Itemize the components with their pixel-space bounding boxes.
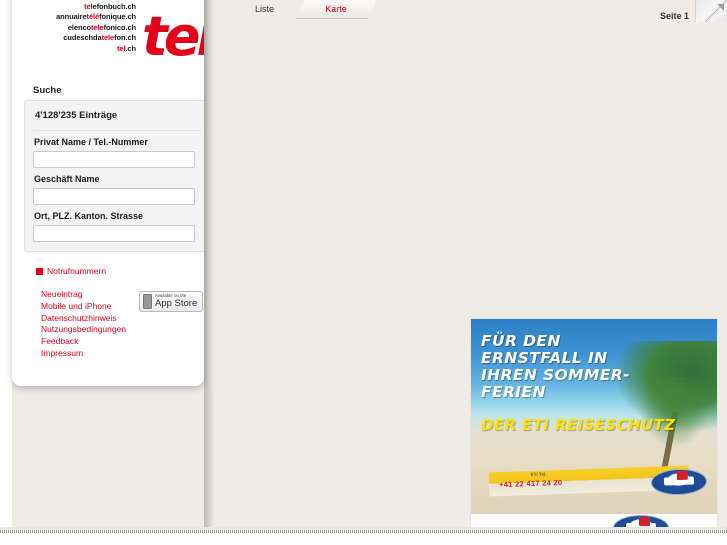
domain-line: annuairetéléfonique.ch (56, 12, 136, 22)
tab-karte-label: Karte (325, 4, 347, 14)
link-nutzungsbedingungen[interactable]: Nutzungsbedingungen (41, 324, 126, 336)
app-store-text: Available on the App Store (155, 293, 198, 310)
entry-count: 4'128'235 Einträge (33, 107, 201, 131)
footer-link-list: Neueintrag Mobile und iPhone Datenschutz… (41, 289, 126, 360)
link-neueintrag[interactable]: Neueintrag (41, 289, 126, 301)
ad-bar-phone: +41 22 417 24 20 (498, 477, 563, 490)
link-feedback[interactable]: Feedback (41, 336, 126, 348)
tab-karte[interactable]: Karte (296, 0, 376, 19)
top-tab-bar: Liste Karte Seite 1 (214, 0, 727, 32)
search-form: 4'128'235 Einträge Privat Name / Tel.-Nu… (24, 100, 204, 252)
private-name-input[interactable] (33, 151, 195, 168)
red-square-icon (36, 268, 43, 275)
emergency-numbers-link[interactable]: Notrufnummern (36, 266, 106, 276)
field-group-private: Privat Name / Tel.-Nummer (33, 137, 201, 168)
logo-red-mark (676, 470, 688, 481)
sidebar-divider-shadow (204, 0, 214, 531)
tel-logo[interactable]: tel (142, 6, 204, 68)
page-indicator: Seite 1 (659, 11, 689, 21)
app-store-big-label: App Store (155, 298, 198, 310)
search-title: Suche (33, 85, 62, 96)
logo-red-mark (638, 517, 650, 527)
sidebar-panel: telefonbuch.ch annuairetéléfonique.ch el… (12, 0, 204, 386)
brand-header: telefonbuch.ch annuairetéléfonique.ch el… (12, 0, 204, 90)
tab-liste[interactable]: Liste (255, 0, 274, 18)
field-label-business: Geschäft Name (34, 174, 100, 184)
scrollbar-track[interactable] (0, 530, 727, 533)
ad-subline: DER ETI REISESCHUTZ (481, 416, 676, 434)
ad-bar-label: ETI Tel. (530, 471, 547, 478)
domain-list: telefonbuch.ch annuairetéléfonique.ch el… (18, 2, 136, 54)
field-group-location: Ort, PLZ. Kanton. Strasse (33, 211, 201, 242)
page-root: telefonbuch.ch annuairetéléfonique.ch el… (0, 0, 727, 545)
business-name-input[interactable] (33, 188, 195, 205)
domain-line: telefonbuch.ch (84, 2, 136, 11)
domain-line: elencotelefonico.ch (67, 22, 136, 32)
field-label-location: Ort, PLZ. Kanton. Strasse (34, 211, 144, 221)
link-datenschutzhinweis[interactable]: Datenschutzhinweis (41, 313, 126, 325)
app-store-badge[interactable]: Available on the App Store (139, 291, 203, 312)
domain-line: cudeschdatelefon.ch (63, 33, 136, 43)
domain-line: tel.ch (117, 43, 136, 53)
iphone-icon (143, 294, 152, 309)
left-gutter (0, 0, 12, 531)
emergency-label[interactable]: Notrufnummern (47, 266, 106, 276)
link-mobile-iphone[interactable]: Mobile und iPhone (41, 301, 126, 313)
horizontal-scrollbar[interactable] (0, 527, 727, 545)
advertisement-banner[interactable]: FÜR DEN ERNSTFALL IN IHREN SOMMER-FERIEN… (470, 318, 718, 531)
link-impressum[interactable]: Impressum (41, 348, 126, 360)
field-label-private: Privat Name / Tel.-Nummer (34, 137, 148, 147)
ad-headline: FÜR DEN ERNSTFALL IN IHREN SOMMER-FERIEN (481, 332, 630, 401)
location-input[interactable] (33, 225, 195, 242)
field-group-business: Geschäft Name (33, 174, 201, 205)
